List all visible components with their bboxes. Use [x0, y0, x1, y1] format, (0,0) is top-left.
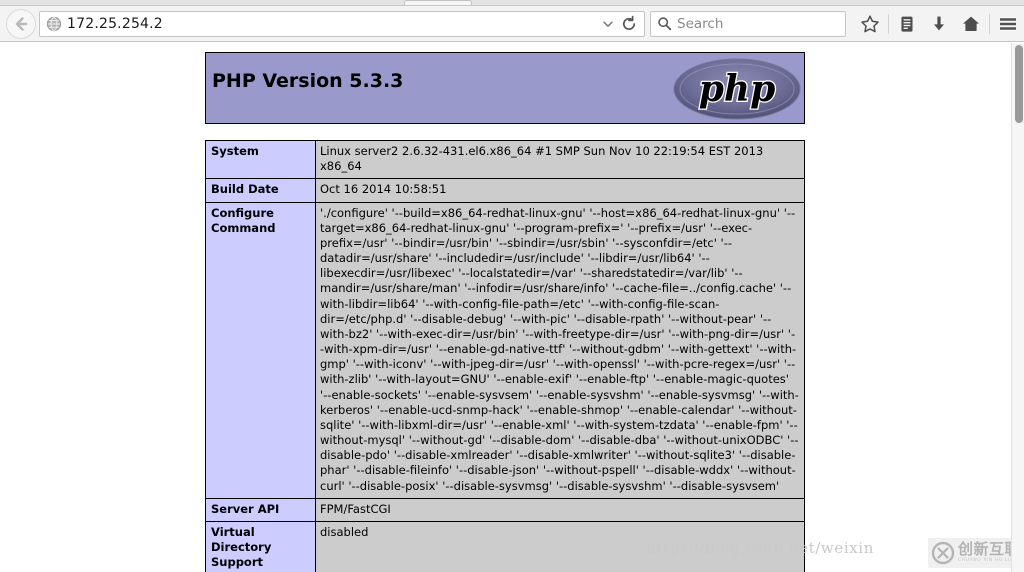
table-row: Server API FPM/FastCGI — [205, 497, 805, 522]
cx-circle-logo-icon — [931, 541, 955, 565]
search-box[interactable]: Search — [650, 10, 846, 37]
page-viewport: PHP Version 5.3.3 php System Linux serve… — [0, 43, 1024, 572]
back-button[interactable] — [6, 8, 36, 39]
row-value: './configure' '--build=x86_64-redhat-lin… — [315, 201, 805, 499]
library-icon — [901, 16, 913, 32]
table-row: System Linux server2 2.6.32-431.el6.x86_… — [205, 139, 805, 180]
library-button[interactable] — [891, 9, 923, 39]
browser-window: 172.25.254.2 Search PHP Version 5.3.3 ph… — [0, 0, 1024, 572]
row-value: Oct 16 2014 10:58:51 — [315, 178, 805, 203]
url-bar[interactable]: 172.25.254.2 — [39, 10, 645, 37]
toolbar-separator — [888, 13, 889, 34]
reload-icon[interactable] — [620, 15, 638, 33]
menu-button[interactable] — [992, 9, 1024, 39]
page-title: PHP Version 5.3.3 — [212, 70, 404, 92]
row-value: FPM/FastCGI — [315, 497, 805, 522]
page-scrollbar[interactable] — [1011, 43, 1024, 572]
download-arrow-icon — [934, 16, 944, 30]
navigation-toolbar: 172.25.254.2 Search — [0, 6, 1024, 42]
table-row: Virtual Directory Support disabled — [205, 520, 805, 572]
row-label: System — [205, 139, 316, 180]
table-row: Configure Command './configure' '--build… — [205, 201, 805, 499]
row-label: Configure Command — [205, 201, 316, 499]
watermark-badge: 创新互联 CHUANG XIN HU LIAN — [928, 538, 1022, 568]
phpinfo-header: PHP Version 5.3.3 php — [205, 52, 805, 124]
row-value: disabled — [315, 520, 805, 572]
row-label: Server API — [205, 497, 316, 522]
php-logo-icon: php — [673, 58, 801, 120]
row-label: Build Date — [205, 178, 316, 203]
search-placeholder: Search — [677, 15, 724, 32]
scrollbar-thumb[interactable] — [1015, 45, 1023, 123]
toolbar-separator — [989, 13, 990, 34]
back-arrow-icon — [15, 16, 28, 31]
globe-icon — [46, 16, 62, 31]
home-button[interactable] — [955, 9, 987, 39]
bookmark-star-button[interactable] — [854, 9, 886, 39]
table-row: Build Date Oct 16 2014 10:58:51 — [205, 178, 805, 203]
star-icon — [861, 14, 879, 32]
row-value: Linux server2 2.6.32-431.el6.x86_64 #1 S… — [315, 139, 805, 180]
downloads-button[interactable] — [923, 9, 955, 39]
row-label: Virtual Directory Support — [205, 520, 316, 572]
home-icon — [963, 16, 979, 31]
chevron-down-icon[interactable] — [600, 16, 616, 32]
hamburger-menu-icon — [1000, 17, 1016, 30]
url-text[interactable]: 172.25.254.2 — [67, 16, 600, 32]
svg-text:php: php — [699, 68, 776, 110]
magnifier-icon — [658, 17, 672, 31]
phpinfo-table: System Linux server2 2.6.32-431.el6.x86_… — [205, 139, 805, 572]
browser-tab[interactable] — [404, 0, 472, 5]
